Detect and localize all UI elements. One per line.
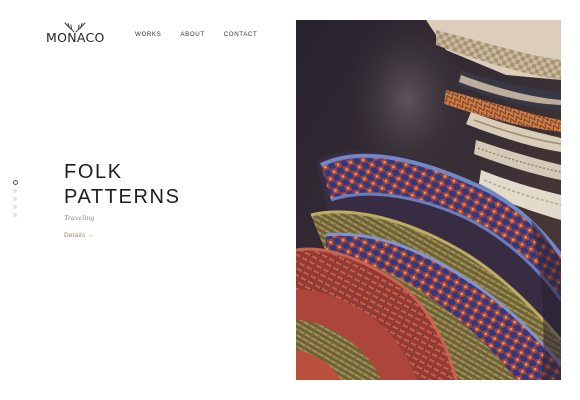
arrow-right-icon: → (87, 232, 94, 239)
nav-item-about[interactable]: ABOUT (180, 31, 204, 38)
hero-photo (296, 20, 561, 380)
nav-item-works[interactable]: WORKS (135, 31, 161, 38)
pager-dot-3[interactable] (13, 197, 17, 201)
hero-title-line-2: PATTERNS (64, 186, 181, 208)
main-nav: WORKS ABOUT CONTACT (135, 31, 257, 38)
hero-title-line-1: FOLK (64, 161, 123, 183)
brand-name: MONACO (46, 30, 105, 45)
hero-subtitle: Traveling (64, 213, 95, 222)
details-link[interactable]: Details → (64, 232, 94, 239)
pager-dot-5[interactable] (13, 213, 17, 217)
brand-logo[interactable]: MONACO (46, 22, 105, 45)
textiles-image (296, 20, 561, 380)
hero-title: FOLK PATTERNS (64, 160, 181, 210)
pager-dot-2[interactable] (13, 189, 17, 193)
page: MONACO WORKS ABOUT CONTACT FOLK PATTERNS… (0, 0, 580, 400)
slide-pager (13, 180, 19, 221)
pager-dot-1[interactable] (13, 180, 18, 185)
pager-dot-4[interactable] (13, 205, 17, 209)
details-link-label: Details (64, 232, 86, 239)
nav-item-contact[interactable]: CONTACT (224, 31, 258, 38)
